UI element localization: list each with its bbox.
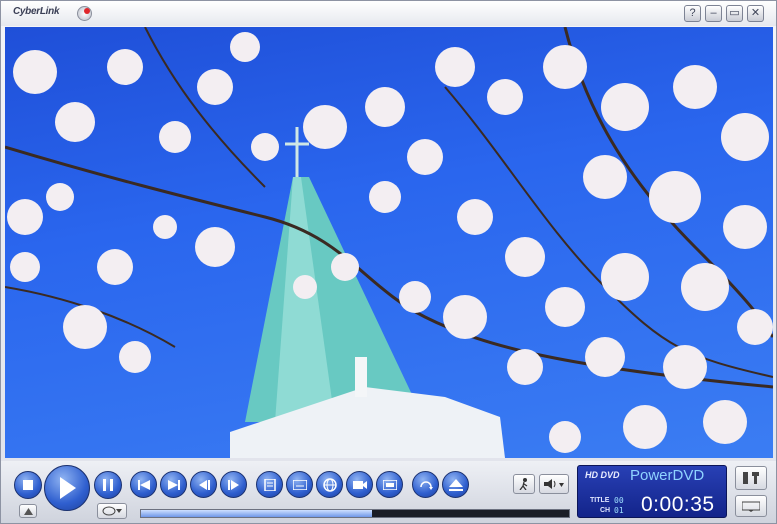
walker-icon (519, 478, 528, 490)
mini-player-icon (742, 501, 760, 512)
player-window: CyberLink ? – ▭ ✕ HD DVD PowerDVD TITLE … (0, 0, 777, 524)
volume-button[interactable] (539, 474, 569, 494)
stop-button[interactable] (14, 471, 42, 499)
disc-source-button[interactable] (97, 503, 127, 519)
walker-button[interactable] (513, 474, 535, 494)
video-display[interactable] (5, 27, 773, 458)
mini-mode-button[interactable] (735, 495, 767, 517)
close-button[interactable]: ✕ (747, 5, 764, 22)
maximize-button[interactable]: ▭ (726, 5, 743, 22)
capture-button[interactable] (346, 471, 373, 498)
product-name: PowerDVD (630, 467, 705, 484)
chapter-label: CH (600, 507, 611, 514)
previous-icon (137, 479, 150, 490)
chevron-up-icon (23, 507, 33, 515)
chapter-number: 01 (614, 506, 624, 515)
menu-button[interactable] (256, 471, 283, 498)
globe-icon (322, 477, 337, 492)
help-button[interactable]: ? (684, 5, 701, 22)
step-backward-button[interactable] (190, 471, 217, 498)
pause-icon (103, 479, 113, 491)
step-backward-icon (198, 479, 210, 490)
step-forward-button[interactable] (220, 471, 247, 498)
quick-access-button[interactable] (442, 471, 469, 498)
title-number: 00 (614, 496, 624, 505)
play-button[interactable] (44, 465, 90, 511)
minimize-button[interactable]: – (705, 5, 722, 22)
menu-icon (263, 478, 276, 491)
options-icon (382, 479, 397, 490)
next-icon (167, 479, 180, 490)
seek-bar[interactable] (140, 509, 570, 518)
step-forward-icon (227, 479, 239, 490)
control-panel: HD DVD PowerDVD TITLE 00 CH 01 0:00:35 (1, 461, 776, 523)
next-button[interactable] (160, 471, 187, 498)
brand-logo: CyberLink (13, 6, 60, 17)
stop-icon (23, 480, 33, 490)
title-bar[interactable]: CyberLink ? – ▭ ✕ (1, 1, 776, 26)
repeat-button[interactable] (412, 471, 439, 498)
pause-button[interactable] (94, 471, 122, 499)
hd-dvd-logo: HD DVD (585, 470, 620, 480)
disc-drive-icon (102, 506, 122, 516)
camera-icon (352, 480, 367, 489)
subtitle-icon (292, 479, 307, 490)
info-display[interactable]: HD DVD PowerDVD TITLE 00 CH 01 0:00:35 (577, 465, 727, 518)
angle-button[interactable] (316, 471, 343, 498)
elapsed-time: 0:00:35 (641, 493, 715, 516)
previous-button[interactable] (130, 471, 157, 498)
subtitle-button[interactable] (286, 471, 313, 498)
seek-progress (141, 510, 373, 517)
expand-panel-button[interactable] (19, 504, 37, 518)
video-frame (5, 27, 773, 458)
repeat-icon (419, 480, 433, 490)
settings-button[interactable] (735, 466, 767, 490)
tools-icon (743, 472, 759, 484)
update-badge-icon[interactable] (77, 6, 92, 21)
play-icon (60, 477, 76, 499)
title-label: TITLE (590, 497, 610, 504)
options-button[interactable] (376, 471, 403, 498)
eject-icon (448, 478, 463, 491)
speaker-icon (544, 479, 564, 489)
